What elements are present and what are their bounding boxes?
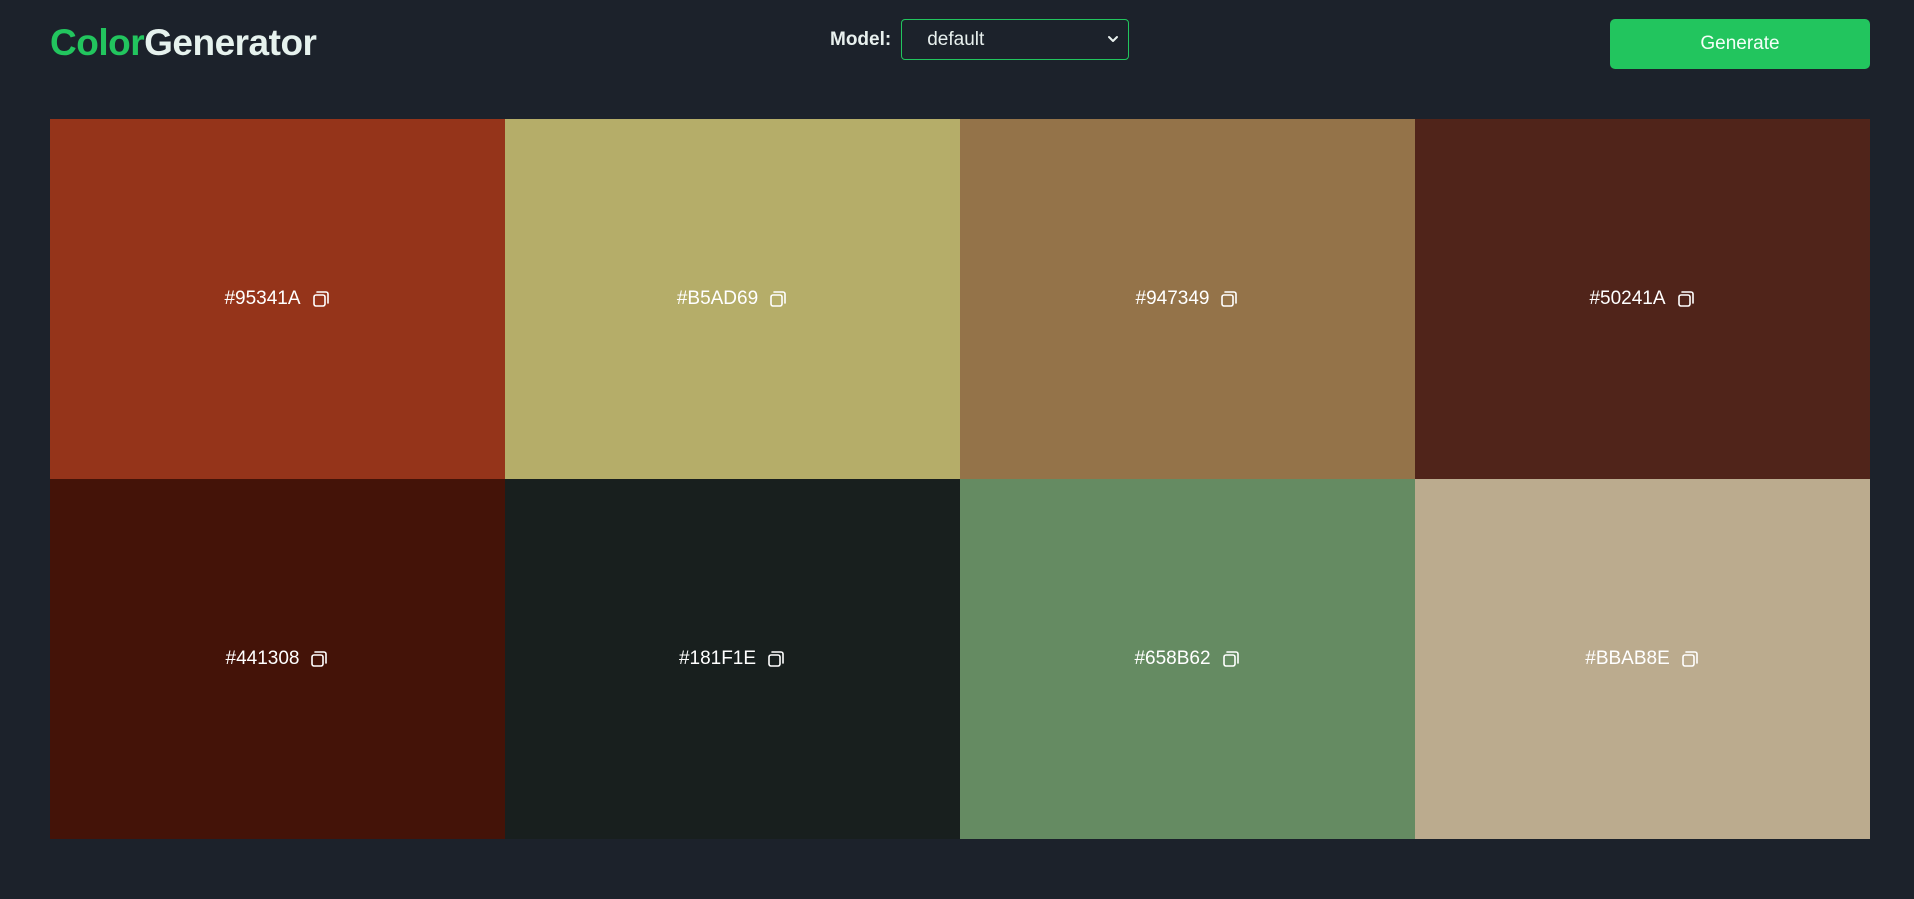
swatch-hex-label: #95341A: [224, 288, 301, 309]
app-logo: ColorGenerator: [50, 20, 317, 66]
copy-icon[interactable]: [309, 649, 329, 669]
swatch-hex-copy[interactable]: #50241A: [1589, 288, 1695, 310]
copy-icon[interactable]: [311, 289, 331, 309]
color-swatch[interactable]: #181F1E: [505, 479, 960, 839]
logo-color-text: Color: [50, 22, 145, 63]
swatch-hex-copy[interactable]: #658B62: [1134, 648, 1240, 670]
swatch-hex-label: #B5AD69: [676, 288, 759, 309]
swatch-hex-copy[interactable]: #181F1E: [679, 648, 786, 670]
swatch-hex-copy[interactable]: #441308: [226, 648, 330, 670]
model-label: Model:: [830, 28, 892, 50]
color-swatch-grid: #95341A #B5AD69 #947349 #50241A #441308 #181F…: [50, 119, 1870, 839]
chevron-down-icon: [1108, 35, 1119, 42]
app-header: ColorGenerator Model: default Generate: [0, 0, 1914, 90]
swatch-hex-copy[interactable]: #B5AD69: [677, 288, 788, 310]
swatch-hex-label: #658B62: [1134, 648, 1211, 669]
copy-icon[interactable]: [1221, 649, 1241, 669]
copy-icon[interactable]: [1676, 289, 1696, 309]
color-swatch[interactable]: #50241A: [1415, 119, 1870, 479]
swatch-hex-label: #181F1E: [678, 648, 757, 669]
model-select-value: default: [927, 28, 985, 50]
copy-icon[interactable]: [768, 289, 788, 309]
swatch-hex-label: #50241A: [1589, 288, 1666, 309]
color-swatch[interactable]: #441308: [50, 479, 505, 839]
color-swatch[interactable]: #BBAB8E: [1415, 479, 1870, 839]
color-swatch[interactable]: #95341A: [50, 119, 505, 479]
swatch-hex-copy[interactable]: #947349: [1136, 288, 1240, 310]
swatch-hex-copy[interactable]: #95341A: [224, 288, 330, 310]
generate-button[interactable]: Generate: [1610, 19, 1870, 69]
color-swatch[interactable]: #947349: [960, 119, 1415, 479]
swatch-hex-label: #441308: [225, 648, 300, 669]
logo-generator-text: Generator: [144, 22, 317, 63]
swatch-hex-label: #BBAB8E: [1585, 648, 1670, 669]
swatch-hex-copy[interactable]: #BBAB8E: [1585, 648, 1700, 670]
copy-icon[interactable]: [1680, 649, 1700, 669]
swatch-hex-label: #947349: [1135, 288, 1210, 309]
model-selector-group: Model: default: [830, 19, 1130, 60]
copy-icon[interactable]: [766, 649, 786, 669]
color-swatch[interactable]: #658B62: [960, 479, 1415, 839]
copy-icon[interactable]: [1219, 289, 1239, 309]
color-swatch[interactable]: #B5AD69: [505, 119, 960, 479]
model-select[interactable]: default: [901, 19, 1130, 60]
